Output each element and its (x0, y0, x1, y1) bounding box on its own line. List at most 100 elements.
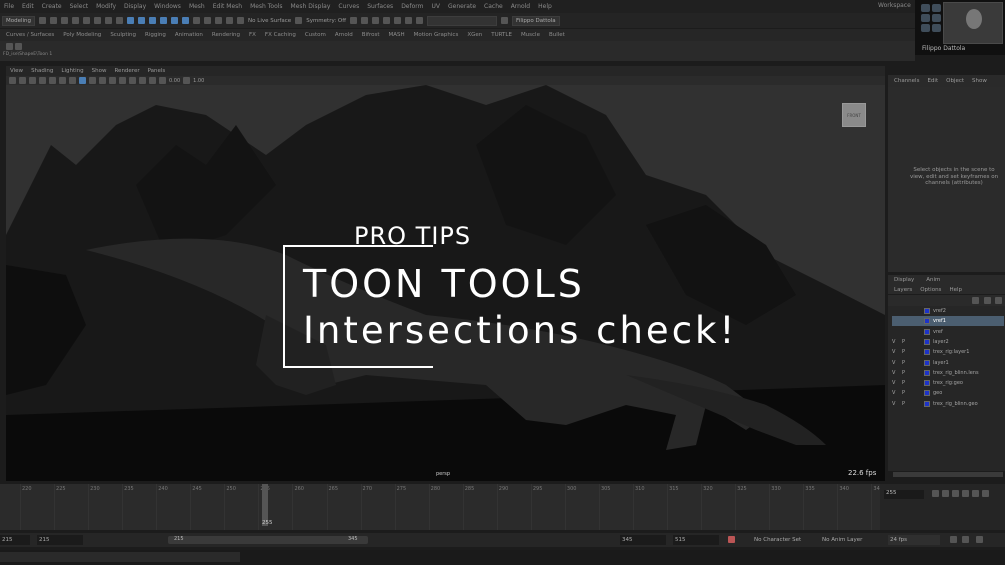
shelf-tab-turtle[interactable]: TURTLE (491, 32, 512, 38)
snap-point-icon[interactable] (215, 17, 223, 24)
smooth-shade-icon[interactable] (89, 77, 96, 84)
layer-scrollbar[interactable] (893, 472, 1003, 477)
lock-camera-icon[interactable] (19, 77, 26, 84)
menu-item-surfaces[interactable]: Surfaces (367, 3, 393, 10)
menu-item-uv[interactable]: UV (432, 3, 441, 10)
mask-icon[interactable] (171, 17, 179, 24)
menu-item-help[interactable]: Help (538, 3, 552, 10)
shadows-icon[interactable] (119, 77, 126, 84)
command-input[interactable] (0, 552, 240, 562)
layer-row[interactable]: V Ptrex_rig_blinn.lens (892, 368, 1004, 378)
shelf-tool-icon[interactable] (6, 43, 13, 50)
menu-item-create[interactable]: Create (42, 3, 62, 10)
menu-item-deform[interactable]: Deform (401, 3, 423, 10)
image-plane-icon[interactable] (39, 77, 46, 84)
menu-item-edit[interactable]: Edit (22, 3, 34, 10)
layer-playback-toggle[interactable]: P (902, 360, 924, 366)
symmetry-label[interactable]: Symmetry: Off (306, 18, 346, 24)
play-backwards-icon[interactable] (962, 490, 969, 497)
layer-visibility-toggle[interactable]: V (892, 401, 902, 407)
xray-icon[interactable] (139, 77, 146, 84)
preferences-icon[interactable] (976, 536, 983, 543)
mask-icon[interactable] (127, 17, 135, 24)
shelf-tab-animation[interactable]: Animation (175, 32, 203, 38)
user-dropdown[interactable]: Filippo Dattola (512, 15, 560, 26)
menu-item-generate[interactable]: Generate (448, 3, 476, 10)
layer-color-swatch[interactable] (924, 349, 930, 356)
layer-color-swatch[interactable] (924, 400, 930, 407)
shelf-tab-muscle[interactable]: Muscle (521, 32, 540, 38)
step-back-frame-icon[interactable] (952, 490, 959, 497)
arnold-render-icon[interactable] (405, 17, 413, 24)
layer-playback-toggle[interactable]: P (902, 370, 924, 376)
current-frame-field[interactable]: 255 (884, 490, 924, 499)
layer-visibility-toggle[interactable]: V (892, 380, 902, 386)
viewport-menu-panels[interactable]: Panels (148, 68, 166, 74)
layer-visibility-toggle[interactable]: V (892, 360, 902, 366)
viewport-menu-view[interactable]: View (10, 68, 23, 74)
shelf-tab-sculpting[interactable]: Sculpting (110, 32, 136, 38)
delete-layer-icon[interactable] (995, 297, 1002, 304)
step-forward-frame-icon[interactable] (982, 490, 989, 497)
ambient-occlusion-icon[interactable] (129, 77, 136, 84)
layer-menu-options[interactable]: Options (920, 287, 941, 293)
fps-dropdown[interactable]: 24 fps (888, 535, 940, 545)
mask-icon[interactable] (182, 17, 190, 24)
go-to-start-icon[interactable] (932, 490, 939, 497)
input-field[interactable] (427, 15, 498, 26)
symmetry-icon[interactable] (295, 17, 303, 24)
layer-row[interactable]: V Ptrex_rig:geo (892, 378, 1004, 388)
layer-color-swatch[interactable] (924, 369, 930, 376)
layer-row[interactable]: V Player1 (892, 358, 1004, 368)
layer-row[interactable]: vref2 (892, 306, 1004, 316)
shelf-tab-bullet[interactable]: Bullet (549, 32, 565, 38)
live-surface-icon[interactable] (237, 17, 245, 24)
shelf-tool-icon[interactable] (15, 43, 22, 50)
layer-playback-toggle[interactable]: P (902, 339, 924, 345)
film-gate-icon[interactable] (59, 77, 66, 84)
layer-color-swatch[interactable] (924, 318, 930, 325)
menu-item-cache[interactable]: Cache (484, 3, 503, 10)
shelf-tab-fx[interactable]: FX (249, 32, 256, 38)
select-object-icon[interactable] (105, 17, 113, 24)
time-slider[interactable]: 220 225 230 235 240 245 250 255 260 265 270 275 280 2… (0, 484, 883, 530)
render-view-icon[interactable] (394, 17, 402, 24)
menu-item-windows[interactable]: Windows (154, 3, 181, 10)
playback-start-field[interactable]: 215 (37, 535, 83, 545)
layer-playback-toggle[interactable]: P (902, 349, 924, 355)
layer-row[interactable]: V Pgeo (892, 388, 1004, 398)
shelf-tab-rendering[interactable]: Rendering (212, 32, 240, 38)
anim-layer-dropdown[interactable]: No Anim Layer (820, 535, 884, 545)
play-forwards-icon[interactable] (972, 490, 979, 497)
menu-item-mesh[interactable]: Mesh (189, 3, 205, 10)
layer-row[interactable]: vref (892, 327, 1004, 337)
scene-start-field[interactable]: 215 (0, 535, 30, 545)
sound-icon[interactable] (962, 536, 969, 543)
loop-icon[interactable] (950, 536, 957, 543)
layer-playback-toggle[interactable]: P (902, 380, 924, 386)
layer-row[interactable]: vref1 (892, 316, 1004, 327)
lights-icon[interactable] (109, 77, 116, 84)
layer-playback-toggle[interactable]: P (902, 390, 924, 396)
shelf-tab-motion-graphics[interactable]: Motion Graphics (414, 32, 459, 38)
layer-color-swatch[interactable] (924, 308, 930, 314)
new-layer-selected-icon[interactable] (984, 297, 991, 304)
mask-icon[interactable] (138, 17, 146, 24)
scene-end-field[interactable]: 515 (673, 535, 719, 545)
open-scene-icon[interactable] (50, 17, 58, 24)
viewport-menu-renderer[interactable]: Renderer (114, 68, 139, 74)
viewport-menu-lighting[interactable]: Lighting (61, 68, 83, 74)
layer-color-swatch[interactable] (924, 390, 930, 397)
viewport-menu-shading[interactable]: Shading (31, 68, 53, 74)
new-layer-icon[interactable] (972, 297, 979, 304)
layer-visibility-toggle[interactable]: V (892, 390, 902, 396)
layer-color-swatch[interactable] (924, 359, 930, 366)
shelf-tab-arnold[interactable]: Arnold (335, 32, 353, 38)
menu-item-display[interactable]: Display (124, 3, 146, 10)
layer-playback-toggle[interactable]: P (902, 401, 924, 407)
snap-grid-icon[interactable] (193, 17, 201, 24)
layer-row[interactable]: V Ptrex_rig:layer1 (892, 347, 1004, 357)
ipr-render-icon[interactable] (361, 17, 369, 24)
redo-icon[interactable] (83, 17, 91, 24)
character-set-dropdown[interactable]: No Character Set (752, 535, 816, 545)
